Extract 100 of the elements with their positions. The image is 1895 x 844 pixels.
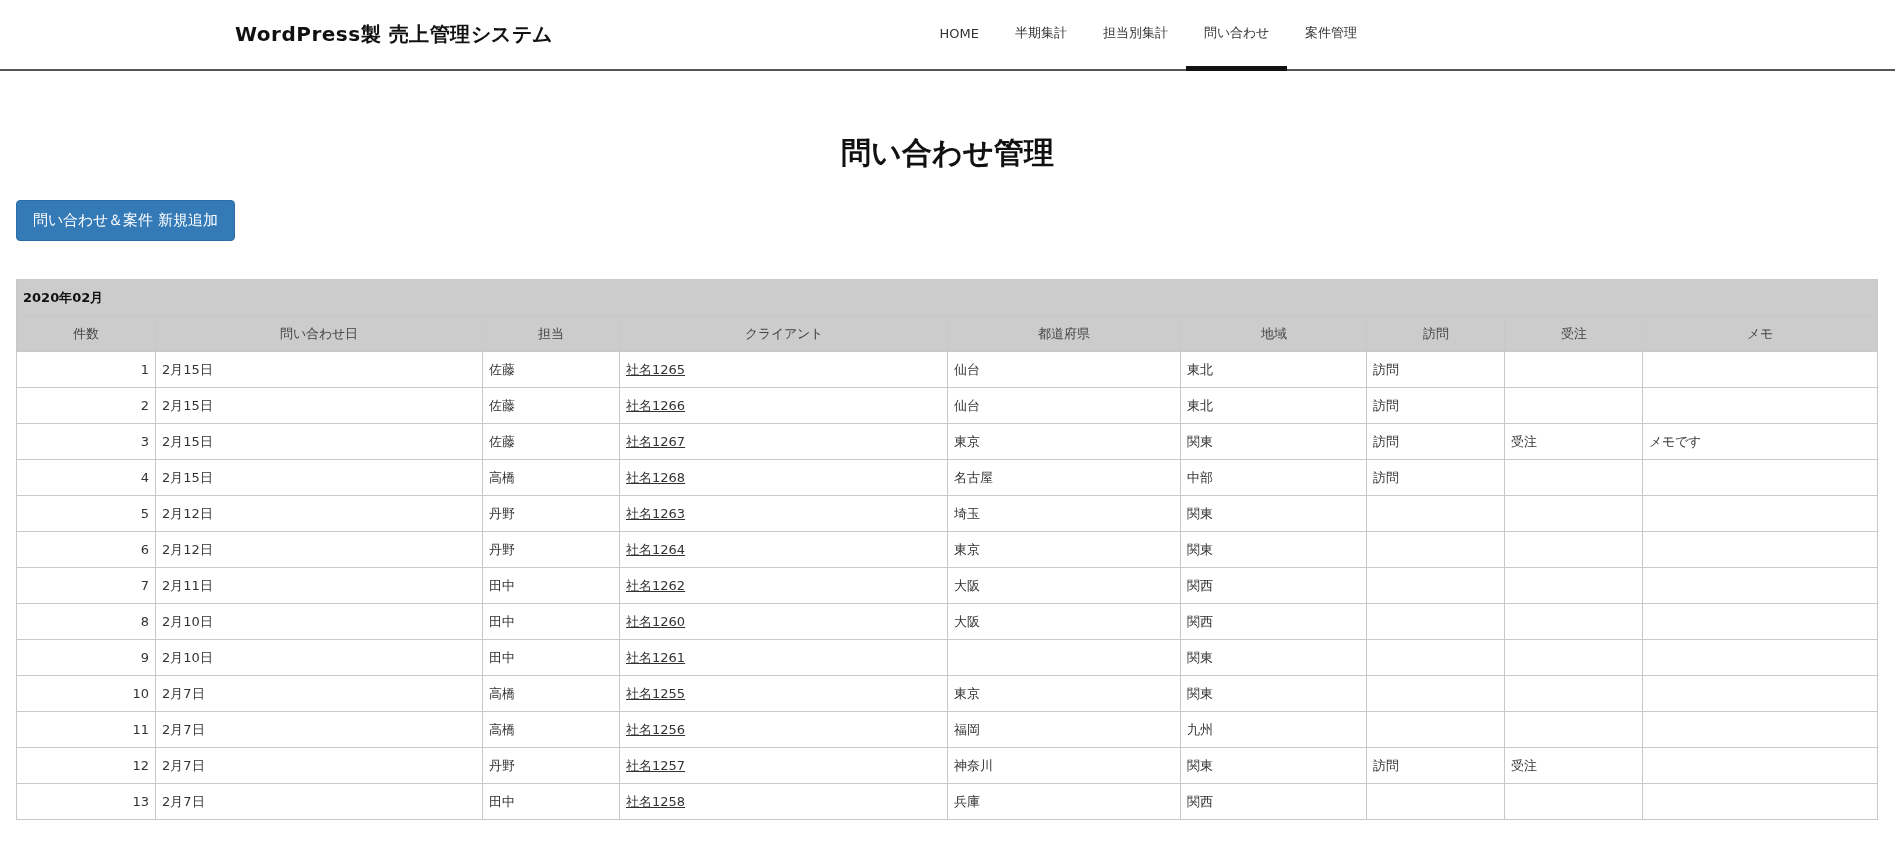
visit-cell: 訪問 [1373,757,1399,773]
visit-cell: 訪問 [1373,397,1399,413]
region-cell: 東北 [1187,361,1213,377]
count-cell: 2 [140,398,149,413]
date-cell: 2月15日 [162,397,213,413]
column-header: 受注 [1504,315,1643,352]
visit-cell: 訪問 [1373,469,1399,485]
client-link[interactable]: 社名1258 [626,793,686,809]
count-cell: 7 [140,578,149,593]
order-cell: 受注 [1511,757,1537,773]
staff-cell: 田中 [489,649,515,665]
region-cell: 九州 [1187,721,1213,737]
client-link[interactable]: 社名1257 [626,757,686,773]
site-title[interactable]: WordPress製 売上管理システム [235,21,553,48]
prefecture-cell: 神奈川 [954,757,993,773]
column-header: クライアント [619,315,948,352]
count-cell: 10 [132,686,149,701]
staff-cell: 高橋 [489,469,515,485]
column-header: 地域 [1180,315,1367,352]
client-link[interactable]: 社名1264 [626,541,686,557]
count-cell: 5 [140,506,149,521]
client-link[interactable]: 社名1261 [626,649,686,665]
date-cell: 2月12日 [162,541,213,557]
nav-link[interactable]: 担当別集計 [1085,0,1186,71]
staff-cell: 佐藤 [489,433,515,449]
date-cell: 2月11日 [162,577,213,593]
prefecture-cell: 兵庫 [954,793,980,809]
date-cell: 2月15日 [162,469,213,485]
region-cell: 関東 [1187,685,1213,701]
prefecture-cell: 東京 [954,685,980,701]
column-header: 訪問 [1366,315,1505,352]
order-cell: 受注 [1511,433,1537,449]
prefecture-cell: 大阪 [954,577,980,593]
staff-cell: 丹野 [489,541,515,557]
nav-link[interactable]: 問い合わせ [1186,0,1287,71]
column-header: 都道府県 [947,315,1181,352]
date-cell: 2月10日 [162,649,213,665]
staff-cell: 田中 [489,793,515,809]
staff-cell: 高橋 [489,721,515,737]
page-title: 問い合わせ管理 [840,134,1055,172]
staff-cell: 田中 [489,577,515,593]
client-link[interactable]: 社名1262 [626,577,686,593]
count-cell: 4 [140,470,149,485]
staff-cell: 田中 [489,613,515,629]
region-cell: 関西 [1187,793,1213,809]
staff-cell: 丹野 [489,757,515,773]
client-link[interactable]: 社名1256 [626,721,686,737]
memo-cell: メモです [1649,433,1701,449]
client-link[interactable]: 社名1265 [626,361,686,377]
date-cell: 2月15日 [162,361,213,377]
region-cell: 関東 [1187,541,1213,557]
region-cell: 関東 [1187,505,1213,521]
client-link[interactable]: 社名1268 [626,469,686,485]
region-cell: 東北 [1187,397,1213,413]
column-header: 問い合わせ日 [155,315,483,352]
nav-link[interactable]: 案件管理 [1287,0,1375,71]
staff-cell: 高橋 [489,685,515,701]
prefecture-cell: 仙台 [954,361,980,377]
date-cell: 2月7日 [162,757,205,773]
prefecture-cell: 大阪 [954,613,980,629]
prefecture-cell: 東京 [954,541,980,557]
count-cell: 13 [132,794,149,809]
date-cell: 2月15日 [162,433,213,449]
count-cell: 3 [140,434,149,449]
count-cell: 11 [132,722,149,737]
client-link[interactable]: 社名1267 [626,433,686,449]
region-cell: 関西 [1187,577,1213,593]
date-cell: 2月7日 [162,793,205,809]
count-cell: 12 [132,758,149,773]
region-cell: 関東 [1187,649,1213,665]
count-cell: 1 [140,362,149,377]
nav-link[interactable]: 半期集計 [997,0,1085,71]
prefecture-cell: 埼玉 [954,505,980,521]
add-new-button[interactable]: 問い合わせ＆案件 新規追加 [16,200,235,241]
region-cell: 関東 [1187,757,1213,773]
staff-cell: 佐藤 [489,361,515,377]
client-link[interactable]: 社名1260 [626,613,686,629]
visit-cell: 訪問 [1373,433,1399,449]
date-cell: 2月12日 [162,505,213,521]
prefecture-cell: 福岡 [954,721,980,737]
prefecture-cell: 東京 [954,433,980,449]
date-cell: 2月7日 [162,721,205,737]
column-header: メモ [1642,315,1878,352]
region-cell: 関西 [1187,613,1213,629]
client-link[interactable]: 社名1255 [626,685,686,701]
count-cell: 6 [140,542,149,557]
prefecture-cell: 仙台 [954,397,980,413]
count-cell: 9 [140,650,149,665]
column-header: 担当 [482,315,620,352]
region-cell: 関東 [1187,433,1213,449]
client-link[interactable]: 社名1263 [626,505,686,521]
visit-cell: 訪問 [1373,361,1399,377]
region-cell: 中部 [1187,469,1213,485]
nav-link[interactable]: HOME [921,0,997,71]
date-cell: 2月7日 [162,685,205,701]
column-header: 件数 [16,315,156,352]
client-link[interactable]: 社名1266 [626,397,686,413]
staff-cell: 佐藤 [489,397,515,413]
count-cell: 8 [140,614,149,629]
staff-cell: 丹野 [489,505,515,521]
